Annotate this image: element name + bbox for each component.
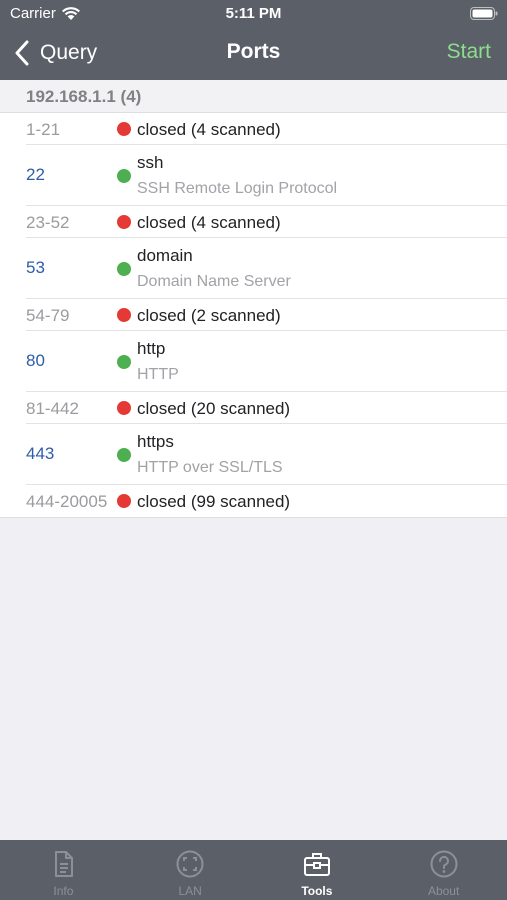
- closed-status-text: closed (4 scanned): [137, 120, 281, 139]
- port-number: 443: [26, 444, 55, 463]
- start-button[interactable]: Start: [447, 40, 491, 64]
- host-section-header: 192.168.1.1 (4): [0, 80, 507, 113]
- open-status-dot-icon: [117, 355, 131, 369]
- closed-status-dot-icon: [117, 308, 131, 322]
- tab-label: LAN: [178, 884, 202, 898]
- service-description: HTTP: [137, 366, 179, 383]
- closed-port-row[interactable]: 444-20005 closed (99 scanned): [0, 485, 507, 517]
- open-port-row[interactable]: 443 https HTTP over SSL/TLS: [0, 424, 507, 485]
- port-number: 444-20005: [26, 492, 108, 511]
- tab-label: Info: [53, 884, 74, 898]
- tab-lan[interactable]: LAN: [127, 840, 254, 900]
- port-number: 1-21: [26, 120, 61, 139]
- port-number: 23-52: [26, 213, 70, 232]
- battery-icon: [470, 7, 498, 20]
- port-number: 53: [26, 258, 45, 277]
- tab-bar: Info LAN Tools About: [0, 840, 507, 900]
- closed-status-text: closed (99 scanned): [137, 492, 291, 511]
- page-title: Ports: [226, 40, 281, 63]
- closed-status-dot-icon: [117, 494, 131, 508]
- open-port-row[interactable]: 22 ssh SSH Remote Login Protocol: [0, 145, 507, 206]
- service-name: domain: [137, 246, 193, 265]
- port-number: 22: [26, 165, 45, 184]
- open-status-dot-icon: [117, 262, 131, 276]
- tab-tools[interactable]: Tools: [254, 840, 381, 900]
- status-bar: Carrier 5:11 PM: [0, 0, 507, 28]
- port-number: 80: [26, 351, 45, 370]
- tab-about[interactable]: About: [380, 840, 507, 900]
- service-description: Domain Name Server: [137, 273, 291, 290]
- navigation-bar: Query Ports Start: [0, 28, 507, 80]
- closed-status-dot-icon: [117, 122, 131, 136]
- lan-scan-icon: [175, 849, 205, 879]
- closed-status-text: closed (20 scanned): [137, 399, 291, 418]
- closed-status-text: closed (4 scanned): [137, 213, 281, 232]
- open-port-row[interactable]: 53 domain Domain Name Server: [0, 238, 507, 299]
- open-status-dot-icon: [117, 448, 131, 462]
- closed-status-dot-icon: [117, 215, 131, 229]
- closed-status-text: closed (2 scanned): [137, 306, 281, 325]
- closed-port-row[interactable]: 1-21 closed (4 scanned): [0, 113, 507, 145]
- open-port-row[interactable]: 80 http HTTP: [0, 331, 507, 392]
- service-name: http: [137, 339, 166, 358]
- closed-port-row[interactable]: 81-442 closed (20 scanned): [0, 392, 507, 424]
- toolbox-icon: [302, 849, 332, 879]
- document-icon: [48, 849, 78, 879]
- tab-info[interactable]: Info: [0, 840, 127, 900]
- open-status-dot-icon: [117, 169, 131, 183]
- closed-port-row[interactable]: 23-52 closed (4 scanned): [0, 206, 507, 238]
- question-icon: [429, 849, 459, 879]
- port-number: 54-79: [26, 306, 70, 325]
- closed-port-row[interactable]: 54-79 closed (2 scanned): [0, 299, 507, 331]
- port-number: 81-442: [26, 399, 79, 418]
- service-name: https: [137, 432, 174, 451]
- port-list: 1-21 closed (4 scanned) 22 ssh SSH Remote Lo…: [0, 113, 507, 518]
- closed-status-dot-icon: [117, 401, 131, 415]
- tab-label: About: [427, 884, 460, 898]
- service-description: HTTP over SSL/TLS: [137, 459, 283, 476]
- service-description: SSH Remote Login Protocol: [137, 180, 338, 197]
- tab-label: Tools: [301, 884, 333, 898]
- clock: 5:11 PM: [225, 5, 282, 22]
- service-name: ssh: [137, 153, 164, 172]
- header: Carrier 5:11 PM Query Ports Start: [0, 0, 507, 80]
